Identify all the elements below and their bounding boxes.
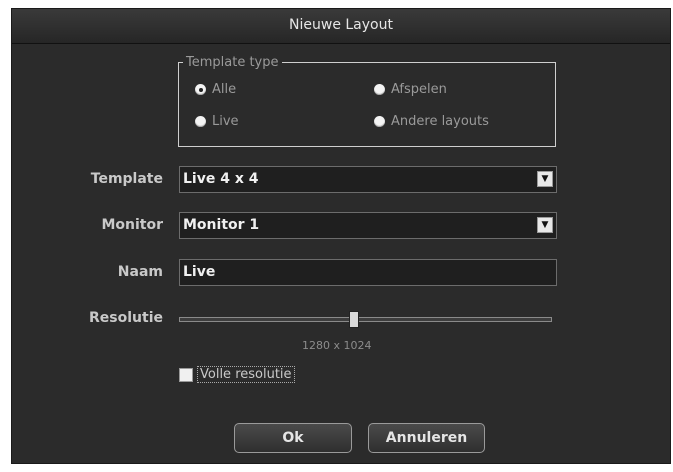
name-label: Naam	[117, 264, 163, 280]
template-type-legend: Template type	[186, 55, 279, 70]
chevron-down-icon[interactable]: ▼	[537, 171, 553, 187]
radio-andere-layouts[interactable]: Andere layouts	[374, 114, 489, 129]
ok-button[interactable]: Ok	[234, 423, 352, 453]
monitor-select-value: Monitor 1	[183, 217, 260, 233]
radio-alle[interactable]: Alle	[195, 82, 236, 97]
new-layout-dialog: Nieuwe Layout Template type Alle Afspele…	[11, 8, 671, 464]
checkbox-box[interactable]	[179, 367, 193, 382]
radio-selected-icon	[195, 84, 206, 95]
resolution-label: Resolutie	[89, 310, 163, 326]
chevron-down-icon[interactable]: ▼	[537, 217, 553, 233]
dialog-title: Nieuwe Layout	[12, 9, 670, 44]
radio-unselected-icon	[374, 84, 385, 95]
name-input[interactable]: Live	[179, 259, 557, 286]
radio-label: Alle	[212, 82, 237, 97]
cancel-button[interactable]: Annuleren	[368, 423, 485, 453]
template-type-group: Template type	[178, 55, 556, 147]
radio-unselected-icon	[195, 116, 206, 127]
radio-afspelen[interactable]: Afspelen	[374, 82, 447, 97]
resolution-value: 1280 x 1024	[302, 339, 372, 352]
monitor-label: Monitor	[101, 217, 163, 233]
radio-unselected-icon	[374, 116, 385, 127]
resolution-slider-thumb[interactable]	[349, 311, 359, 328]
template-select-value: Live 4 x 4	[183, 171, 259, 187]
radio-live[interactable]: Live	[195, 114, 239, 129]
radio-label: Afspelen	[391, 82, 447, 97]
full-resolution-checkbox[interactable]: Volle resolutie	[179, 366, 295, 383]
monitor-select[interactable]: Monitor 1 ▼	[179, 212, 557, 239]
full-resolution-label: Volle resolutie	[197, 366, 295, 383]
resolution-slider-track[interactable]	[179, 317, 552, 322]
template-label: Template	[90, 171, 163, 187]
radio-label: Andere layouts	[391, 114, 489, 129]
radio-label: Live	[212, 114, 239, 129]
template-select[interactable]: Live 4 x 4 ▼	[179, 166, 557, 193]
